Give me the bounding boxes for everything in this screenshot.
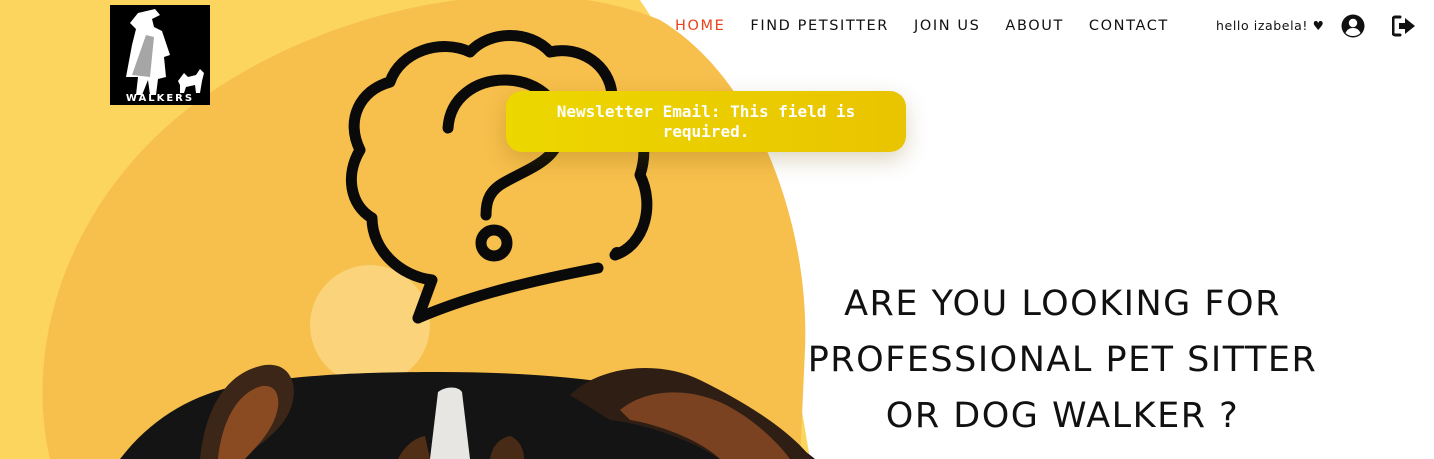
soft-highlight-circle — [310, 265, 430, 385]
logo-wordmark: WALKERS — [125, 93, 195, 104]
nav-item-home[interactable]: HOME — [675, 18, 725, 34]
sign-out-icon[interactable] — [1392, 15, 1416, 37]
newsletter-error-toast: Newsletter Email: This field is required… — [506, 91, 906, 152]
user-greeting: hello izabela! ♥ — [1216, 18, 1325, 33]
nav-item-contact[interactable]: CONTACT — [1089, 18, 1169, 34]
walker-figure-icon — [126, 9, 204, 95]
main-navigation: HOME FIND PETSITTER JOIN US ABOUT CONTAC… — [675, 16, 1194, 36]
user-circle-icon[interactable] — [1341, 14, 1365, 38]
nav-item-join-us[interactable]: JOIN US — [914, 18, 980, 34]
hero-heading: ARE YOU LOOKING FOR PROFESSIONAL PET SIT… — [807, 284, 1318, 436]
toast-message: Newsletter Email: This field is required… — [556, 101, 856, 141]
walkers-logo[interactable]: WALKERS — [110, 5, 210, 105]
nav-item-find-petsitter[interactable]: FIND PETSITTER — [750, 18, 889, 34]
nav-item-about[interactable]: ABOUT — [1005, 18, 1064, 34]
